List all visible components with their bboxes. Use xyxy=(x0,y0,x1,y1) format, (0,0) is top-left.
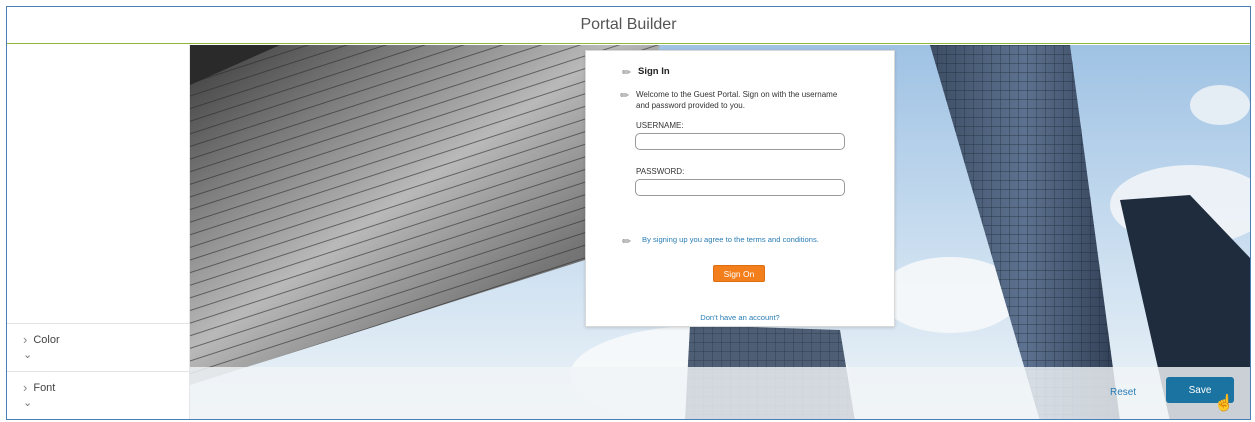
welcome-text: Welcome to the Guest Portal. Sign on wit… xyxy=(636,90,838,110)
sign-in-title: Sign In xyxy=(638,66,670,77)
sidebar-section-font[interactable]: › Font ⌄ xyxy=(7,371,190,419)
portal-builder-window: Portal Builder › Color ⌄ › Font ⌄ ✏ Sign… xyxy=(6,6,1251,420)
terms-link[interactable]: By signing up you agree to the terms and… xyxy=(642,235,819,244)
pencil-icon[interactable]: ✏ xyxy=(620,89,629,102)
action-bar: Reset Save ☝ xyxy=(190,367,1250,419)
hand-cursor-icon: ☝ xyxy=(1214,395,1234,412)
chevron-right-icon: › xyxy=(23,380,28,395)
sidebar-section-label: Color xyxy=(33,334,60,346)
chevron-down-icon[interactable]: ⌄ xyxy=(23,398,190,409)
password-label: PASSWORD: xyxy=(636,167,685,176)
pencil-icon[interactable]: ✏ xyxy=(622,235,631,248)
page-title: Portal Builder xyxy=(580,16,677,33)
pencil-icon[interactable]: ✏ xyxy=(622,66,631,79)
no-account-link[interactable]: Don't have an account? xyxy=(586,313,894,322)
sidebar: › Color ⌄ › Font ⌄ xyxy=(7,45,190,419)
sign-on-button[interactable]: Sign On xyxy=(713,265,765,282)
header: Portal Builder xyxy=(7,7,1250,44)
username-label: USERNAME: xyxy=(636,121,684,130)
chevron-right-icon: › xyxy=(23,332,28,347)
chevron-down-icon[interactable]: ⌄ xyxy=(23,350,190,361)
password-input[interactable] xyxy=(635,179,845,196)
sign-in-card: ✏ Sign In ✏ Welcome to the Guest Portal.… xyxy=(585,50,895,327)
sidebar-section-color[interactable]: › Color ⌄ xyxy=(7,323,190,371)
username-input[interactable] xyxy=(635,133,845,150)
portal-preview-canvas: ✏ Sign In ✏ Welcome to the Guest Portal.… xyxy=(190,45,1250,419)
sidebar-section-label: Font xyxy=(33,382,56,394)
reset-link[interactable]: Reset xyxy=(1110,387,1136,398)
